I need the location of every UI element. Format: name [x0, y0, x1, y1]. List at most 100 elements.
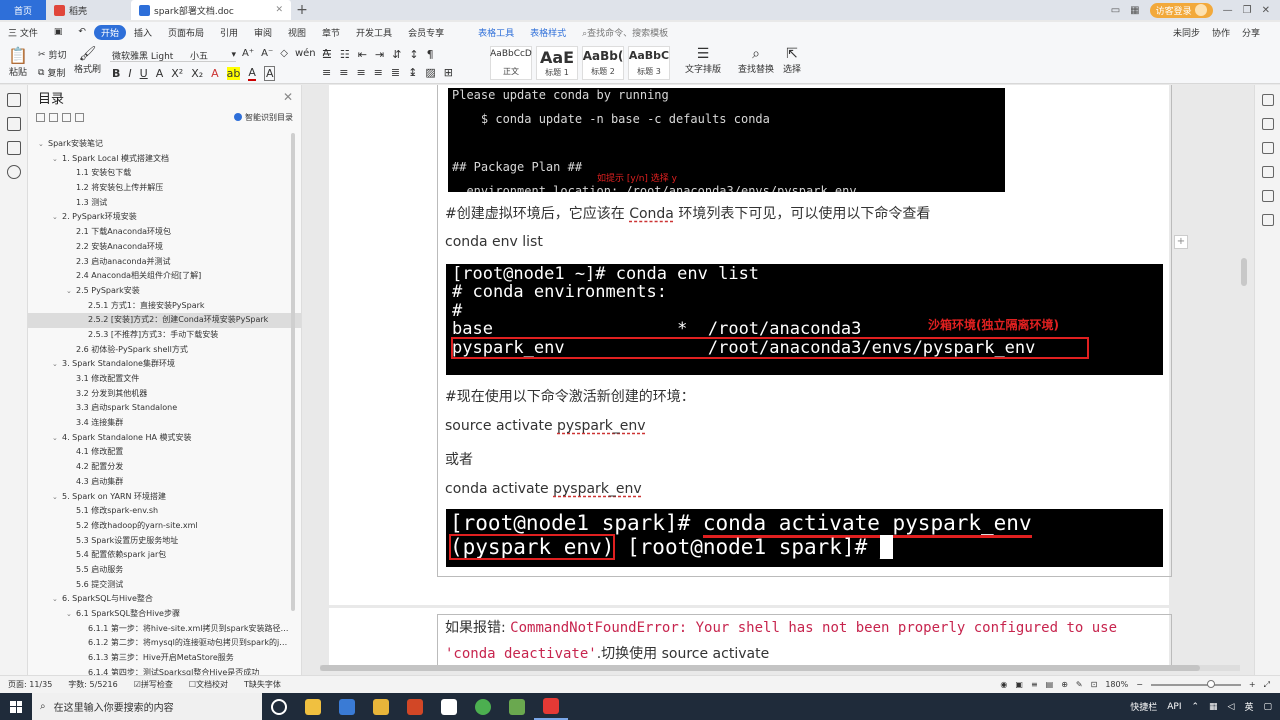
toc-item[interactable]: 5.4 配置依赖spark jar包: [28, 548, 301, 563]
font-color-icon[interactable]: A: [248, 66, 256, 81]
command-search[interactable]: ⌕查找命令、搜索模板: [574, 26, 676, 39]
style-heading-2[interactable]: AaBb(标题 2: [582, 46, 624, 80]
restore-icon[interactable]: ❐: [1243, 5, 1252, 16]
chevron-down-icon[interactable]: ⌄: [52, 592, 62, 607]
text-effect-icon[interactable]: A: [211, 67, 219, 80]
toc-item[interactable]: 2.2 安装Anaconda环境: [28, 240, 301, 255]
volume-icon[interactable]: ◁: [1228, 702, 1235, 712]
app-files-icon[interactable]: [364, 693, 398, 720]
adjust-icon[interactable]: [1262, 166, 1274, 178]
quick-save-icon[interactable]: ▣: [46, 27, 71, 37]
align-center-icon[interactable]: ≡: [339, 66, 348, 79]
close-tab-icon[interactable]: ✕: [275, 5, 283, 15]
chevron-down-icon[interactable]: ⌄: [52, 431, 62, 446]
toc-item[interactable]: 5.1 修改spark-env.sh: [28, 504, 301, 519]
chevron-down-icon[interactable]: ⌄: [52, 357, 62, 372]
collab-button[interactable]: 协作: [1212, 26, 1230, 39]
document-horizontal-scrollbar[interactable]: [320, 665, 1240, 671]
cut-button[interactable]: ✂ 剪切: [38, 48, 67, 62]
toc-item[interactable]: 5.5 启动服务: [28, 563, 301, 578]
app-wps-icon[interactable]: [534, 693, 568, 720]
chinese-layout-icon[interactable]: ⇵: [392, 48, 401, 61]
toc-item[interactable]: 2.5.2 [安装]方式2：创建Conda环境安装PySpark: [28, 313, 301, 328]
clear-format-icon[interactable]: ◇: [280, 48, 288, 59]
zoom-level[interactable]: 180%: [1105, 680, 1128, 689]
document-proof[interactable]: ☐文档校对: [181, 679, 236, 690]
format-painter-button[interactable]: 🖌 格式刷: [74, 46, 101, 75]
collapse-all-icon[interactable]: [36, 112, 45, 122]
read-view-icon[interactable]: ▤: [1046, 680, 1054, 689]
expand-all-icon[interactable]: [49, 112, 58, 122]
toc-item[interactable]: ⌄ 2. PySpark环境安装: [28, 210, 301, 225]
zoom-slider-knob[interactable]: [1206, 679, 1215, 688]
tray-quickbar[interactable]: 快捷栏: [1130, 700, 1157, 713]
outline-icon[interactable]: [7, 93, 21, 107]
superscript-icon[interactable]: X²: [171, 67, 183, 80]
scrollbar-thumb[interactable]: [320, 665, 1200, 671]
bullet-list-icon[interactable]: ☰: [322, 48, 332, 61]
app-folder-icon[interactable]: [296, 693, 330, 720]
tab-document[interactable]: spark部署文档.doc ✕: [131, 0, 291, 20]
toc-item[interactable]: 2.5.1 方式1：直接安装PySpark: [28, 299, 301, 314]
app-notepad-icon[interactable]: [500, 693, 534, 720]
login-button[interactable]: 访客登录: [1149, 2, 1213, 18]
toc-item[interactable]: 6.1.4 第四步：测试Sparksql整合Hive是否成功: [28, 666, 301, 675]
indent-icon[interactable]: ⇥: [375, 48, 384, 61]
minimize-icon[interactable]: —: [1223, 5, 1233, 16]
copy-button[interactable]: ⧉ 复制: [38, 66, 65, 80]
web-view-icon[interactable]: ⊕: [1061, 680, 1068, 689]
toc-item[interactable]: 1.3 测试: [28, 196, 301, 211]
sort-icon[interactable]: ↕: [409, 48, 418, 61]
find-replace-button[interactable]: ⌕ 查找替换: [738, 46, 774, 75]
chevron-down-icon[interactable]: ⌄: [38, 137, 48, 152]
toc-item[interactable]: 4.2 配置分发: [28, 460, 301, 475]
new-tab-button[interactable]: +: [291, 2, 313, 18]
bold-icon[interactable]: B: [112, 67, 120, 80]
menu-reference[interactable]: 引用: [212, 26, 246, 39]
ime-icon[interactable]: 英: [1244, 700, 1253, 713]
app-store-icon[interactable]: [330, 693, 364, 720]
toc-item[interactable]: ⌄ Spark安装笔记: [28, 137, 301, 152]
close-window-icon[interactable]: ✕: [1262, 5, 1270, 16]
fit-icon[interactable]: ⊡: [1091, 680, 1098, 689]
bookmark-icon[interactable]: [7, 141, 21, 155]
italic-icon[interactable]: I: [128, 67, 131, 80]
tab-home[interactable]: 首页: [0, 0, 46, 20]
grid-icon[interactable]: ▦: [1130, 5, 1139, 16]
zoom-out-icon[interactable]: −: [1136, 680, 1143, 689]
pointer-icon[interactable]: [1262, 142, 1274, 154]
underline-icon[interactable]: U: [140, 67, 148, 80]
tab-daoke[interactable]: 稻壳: [46, 0, 131, 20]
layout-icon[interactable]: ▭: [1111, 5, 1120, 16]
toc-item[interactable]: 5.3 Spark设置历史服务地址: [28, 534, 301, 549]
sync-status[interactable]: 未同步: [1173, 26, 1200, 39]
select-button[interactable]: ⇱ 选择: [783, 46, 801, 75]
style-heading-3[interactable]: AaBbC 标题 3: [628, 46, 670, 80]
start-button[interactable]: [0, 693, 32, 720]
numbered-list-icon[interactable]: ☷: [340, 48, 350, 61]
pinyin-icon[interactable]: wén: [295, 48, 316, 59]
strikethrough-icon[interactable]: A: [156, 67, 164, 80]
subscript-icon[interactable]: X₂: [191, 67, 203, 80]
chevron-down-icon[interactable]: ⌄: [66, 284, 76, 299]
app-powerpoint-icon[interactable]: [398, 693, 432, 720]
char-shading-icon[interactable]: A: [263, 66, 276, 81]
word-count[interactable]: 字数: 5/5216: [60, 679, 125, 690]
toc-item[interactable]: ⌄ 4. Spark Standalone HA 模式安装: [28, 431, 301, 446]
folder-icon[interactable]: [7, 117, 21, 131]
outline-view-icon[interactable]: ≡: [1031, 680, 1038, 689]
toc-item[interactable]: 3.4 连接集群: [28, 416, 301, 431]
toc-item[interactable]: 6.1.3 第三步：Hive开启MetaStore服务: [28, 651, 301, 666]
toc-item[interactable]: 3.1 修改配置文件: [28, 372, 301, 387]
add-column-icon[interactable]: +: [1174, 235, 1188, 249]
toc-item[interactable]: 6.1.1 第一步：将hive-site.xml拷贝到spark安装路径c...: [28, 622, 301, 637]
toc-item[interactable]: 6.1.2 第二步：将mysql的连接驱动包拷贝到spark的ja...: [28, 636, 301, 651]
quick-undo-icon[interactable]: ↶: [70, 27, 94, 37]
toc-item[interactable]: 5.6 提交测试: [28, 578, 301, 593]
help-icon[interactable]: [1262, 190, 1274, 202]
menu-page-layout[interactable]: 页面布局: [160, 26, 212, 39]
add-heading-icon[interactable]: [62, 112, 71, 122]
edit-icon[interactable]: [1262, 118, 1274, 130]
grow-font-icon[interactable]: A⁺: [242, 48, 254, 59]
show-marks-icon[interactable]: ¶: [427, 48, 434, 61]
